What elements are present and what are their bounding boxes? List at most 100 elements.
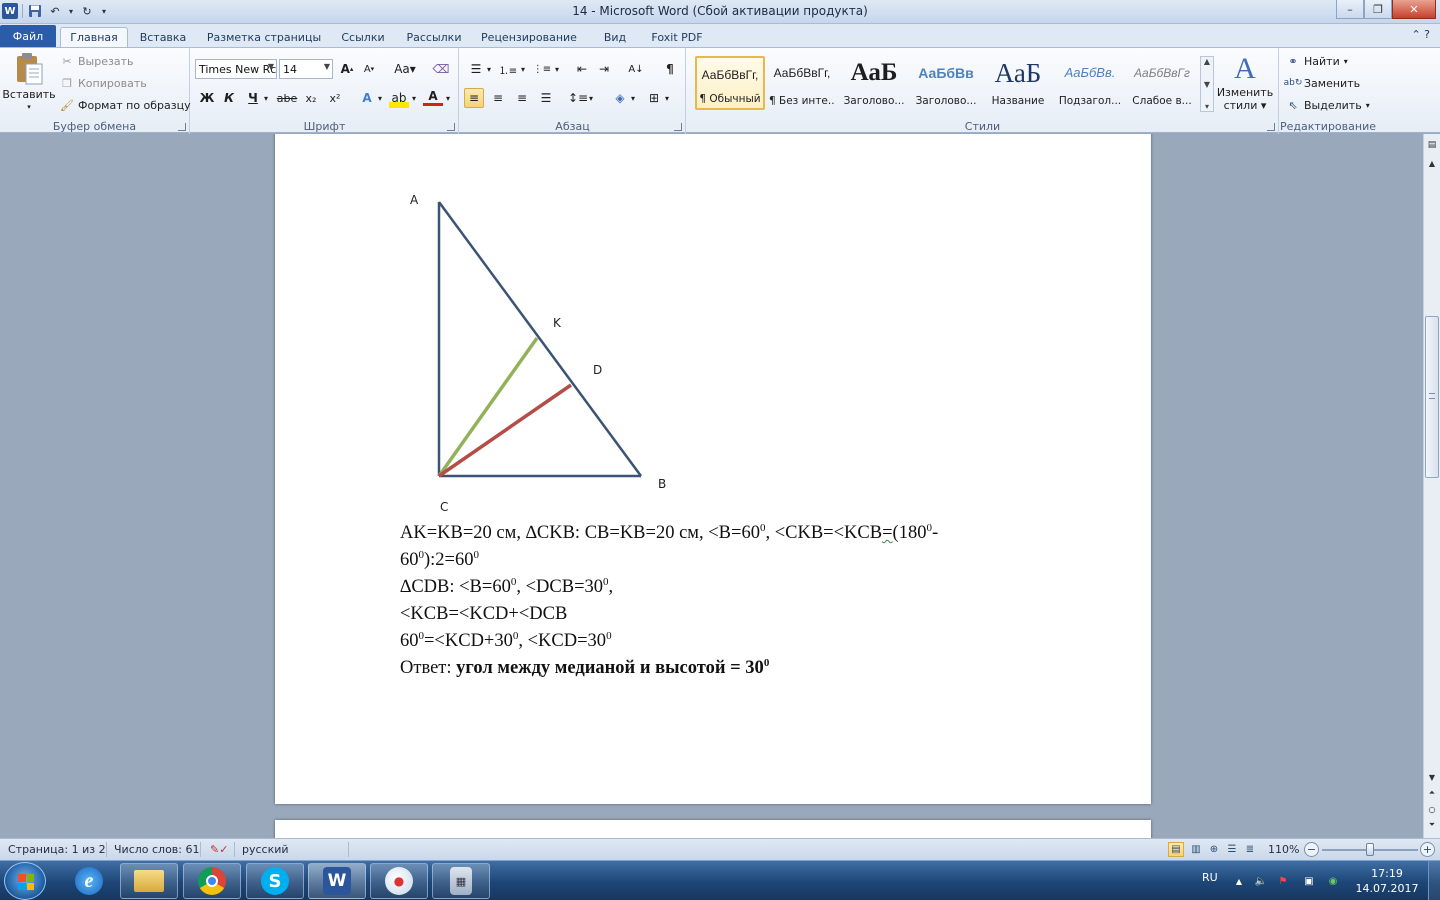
word-count[interactable]: Число слов: 61 — [114, 843, 200, 856]
sort-icon[interactable]: A↓ — [626, 59, 646, 79]
previous-page-icon[interactable]: ⏶ — [1425, 786, 1439, 800]
style-title[interactable]: АаБ Название — [983, 56, 1053, 110]
minimize-button[interactable]: – — [1336, 0, 1364, 19]
tab-insert[interactable]: Вставка — [134, 27, 192, 47]
show-desktop-button[interactable] — [1428, 861, 1440, 900]
change-case-icon[interactable]: Aa▾ — [391, 59, 419, 79]
taskbar-calculator[interactable]: ▦ — [432, 863, 490, 899]
borders-icon[interactable]: ⊞ — [644, 88, 664, 108]
tab-foxit-pdf[interactable]: Foxit PDF — [646, 27, 708, 47]
text-effects-icon[interactable]: A — [357, 88, 377, 108]
borders-dropdown-icon[interactable]: ▾ — [662, 88, 672, 108]
tab-references[interactable]: Ссылки — [334, 27, 392, 47]
volume-icon[interactable]: 🔈 — [1254, 874, 1268, 888]
show-formatting-marks-icon[interactable]: ¶ — [660, 59, 680, 79]
shading-dropdown-icon[interactable]: ▾ — [628, 88, 638, 108]
bold-button[interactable]: Ж — [197, 88, 217, 108]
page-indicator[interactable]: Страница: 1 из 2 — [8, 843, 106, 856]
show-hidden-icons-icon[interactable]: ▲ — [1232, 874, 1246, 888]
replace-button[interactable]: ab↻ Заменить — [1284, 76, 1360, 90]
scroll-up-icon[interactable]: ▲ — [1425, 156, 1439, 170]
next-page-icon[interactable]: ⏷ — [1425, 818, 1439, 832]
justify-icon[interactable]: ☰ — [536, 88, 556, 108]
find-button[interactable]: ⚭ Найти ▾ — [1286, 54, 1347, 68]
highlight-dropdown-icon[interactable]: ▾ — [409, 88, 419, 108]
network-icon[interactable]: ▣ — [1302, 874, 1316, 888]
document-text[interactable]: AK=KB=20 см, ∆CKB: CB=KB=20 см, <B=600, … — [400, 520, 1050, 682]
font-color-dropdown-icon[interactable]: ▾ — [443, 88, 453, 108]
document-area[interactable]: A K D B C AK=KB=20 см, ∆CKB: CB=KB=20 см… — [0, 134, 1423, 838]
style-normal[interactable]: АаБбВвГг, ¶ Обычный — [695, 56, 765, 110]
scroll-down-icon[interactable]: ▼ — [1425, 770, 1439, 784]
text-effects-dropdown-icon[interactable]: ▾ — [375, 88, 385, 108]
change-styles-button[interactable]: A Изменить стили ▾ — [1217, 52, 1273, 112]
styles-gallery-scroll[interactable]: ▲ ▼ ▾ — [1200, 56, 1214, 112]
superscript-icon[interactable]: x² — [325, 88, 345, 108]
tab-review[interactable]: Рецензирование — [478, 27, 580, 47]
bullets-icon[interactable]: ☰ — [466, 59, 486, 79]
style-heading-1[interactable]: АаБ Заголово... — [839, 56, 909, 110]
style-subtle-emphasis[interactable]: АаБбВвГг Слабое в... — [1127, 56, 1197, 110]
close-button[interactable]: ✕ — [1392, 0, 1436, 19]
line-spacing-dropdown-icon[interactable]: ▾ — [586, 88, 596, 108]
numbering-icon[interactable]: ⒈≡ — [498, 59, 518, 79]
language-tray[interactable]: RU — [1202, 871, 1218, 884]
select-button[interactable]: ⇖ Выделить ▾ — [1286, 98, 1369, 112]
zoom-slider-thumb[interactable] — [1366, 843, 1374, 856]
highlight-icon[interactable]: ab — [389, 88, 409, 108]
font-color-icon[interactable]: A — [423, 88, 443, 106]
draft-icon[interactable]: ≣ — [1242, 842, 1258, 857]
numbering-dropdown-icon[interactable]: ▾ — [518, 59, 528, 79]
outline-icon[interactable]: ☰ — [1224, 842, 1240, 857]
network-warning-icon[interactable]: ⚑ — [1276, 874, 1290, 888]
ruler-toggle-icon[interactable]: ▤ — [1425, 138, 1439, 152]
taskbar-chrome[interactable] — [183, 863, 241, 899]
align-center-icon[interactable]: ≡ — [488, 88, 508, 108]
multilevel-dropdown-icon[interactable]: ▾ — [552, 59, 562, 79]
scroll-thumb[interactable] — [1425, 316, 1439, 478]
tab-file[interactable]: Файл — [0, 25, 56, 47]
system-clock[interactable]: 17:19 14.07.2017 — [1352, 866, 1422, 896]
full-screen-reading-icon[interactable]: ▥ — [1188, 842, 1204, 857]
document-page-2[interactable] — [275, 820, 1151, 838]
italic-button[interactable]: К — [219, 88, 239, 108]
gallery-down-icon[interactable]: ▼ — [1204, 80, 1210, 89]
zoom-out-icon[interactable]: − — [1304, 842, 1319, 857]
tab-mailings[interactable]: Рассылки — [400, 27, 468, 47]
align-left-button[interactable]: ≡ — [464, 88, 484, 108]
cut-button[interactable]: ✂ Вырезать — [60, 54, 133, 68]
tray-app-icon[interactable]: ◉ — [1326, 874, 1340, 888]
decrease-indent-icon[interactable]: ⇤ — [572, 59, 592, 79]
zoom-in-icon[interactable]: + — [1420, 842, 1435, 857]
tab-home[interactable]: Главная — [60, 27, 128, 47]
align-right-icon[interactable]: ≡ — [512, 88, 532, 108]
grow-font-icon[interactable]: A ▴ — [337, 59, 357, 79]
format-painter-button[interactable]: 🖌 Формат по образцу — [60, 98, 191, 112]
subscript-icon[interactable]: x₂ — [301, 88, 321, 108]
vertical-scrollbar[interactable]: ▤ ▲ ▼ ⏶ ○ ⏷ — [1423, 134, 1440, 838]
multilevel-list-icon[interactable]: ⋮≡ — [532, 59, 552, 79]
print-layout-icon[interactable]: ▤ — [1168, 842, 1184, 857]
font-dialog-launcher[interactable] — [447, 123, 455, 131]
font-size-combo[interactable]: 14 ▼ — [279, 59, 333, 79]
taskbar-word[interactable]: W — [308, 863, 366, 899]
shading-icon[interactable]: ◈ — [610, 88, 630, 108]
taskbar-ie[interactable]: e — [60, 863, 118, 899]
ribbon-help-icons[interactable]: ⌃ ? — [1411, 28, 1430, 41]
paste-button[interactable]: Вставить ▾ — [2, 52, 56, 112]
underline-dropdown-icon[interactable]: ▾ — [261, 88, 271, 108]
tab-view[interactable]: Вид — [596, 27, 634, 47]
style-heading-2[interactable]: АаБбВв Заголово... — [911, 56, 981, 110]
gallery-up-icon[interactable]: ▲ — [1204, 57, 1210, 66]
style-no-spacing[interactable]: АаБбВвГг, ¶ Без инте... — [767, 56, 837, 110]
taskbar-skype[interactable]: S — [246, 863, 304, 899]
proofing-icon[interactable]: ✎✓ — [210, 843, 228, 856]
strikethrough-button[interactable]: abe — [277, 88, 298, 108]
start-button[interactable] — [4, 862, 46, 900]
paragraph-dialog-launcher[interactable] — [674, 123, 682, 131]
clear-formatting-icon[interactable]: ⌫ — [431, 59, 451, 79]
browse-object-icon[interactable]: ○ — [1425, 802, 1439, 816]
taskbar-paint[interactable]: ● — [370, 863, 428, 899]
gallery-more-icon[interactable]: ▾ — [1205, 102, 1209, 111]
taskbar-explorer[interactable] — [120, 863, 178, 899]
